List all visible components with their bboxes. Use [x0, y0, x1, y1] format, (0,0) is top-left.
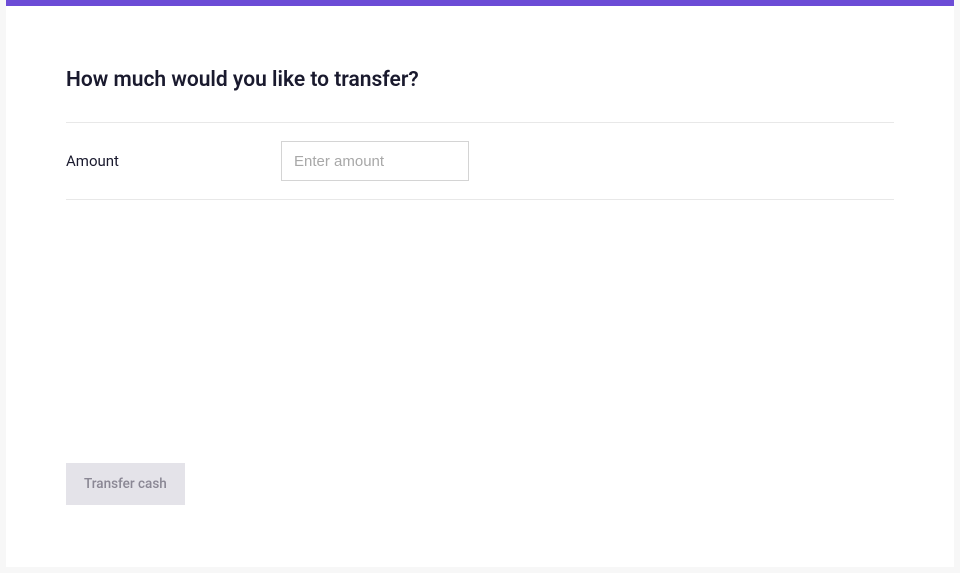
transfer-cash-button[interactable]: Transfer cash	[66, 463, 185, 505]
page-title: How much would you like to transfer?	[66, 68, 894, 92]
divider-bottom	[66, 199, 894, 200]
amount-input[interactable]	[281, 141, 469, 181]
button-wrapper: Transfer cash	[66, 463, 185, 505]
amount-row: Amount	[66, 123, 894, 199]
transfer-form-container: How much would you like to transfer? Amo…	[6, 0, 954, 567]
amount-label: Amount	[66, 152, 281, 170]
